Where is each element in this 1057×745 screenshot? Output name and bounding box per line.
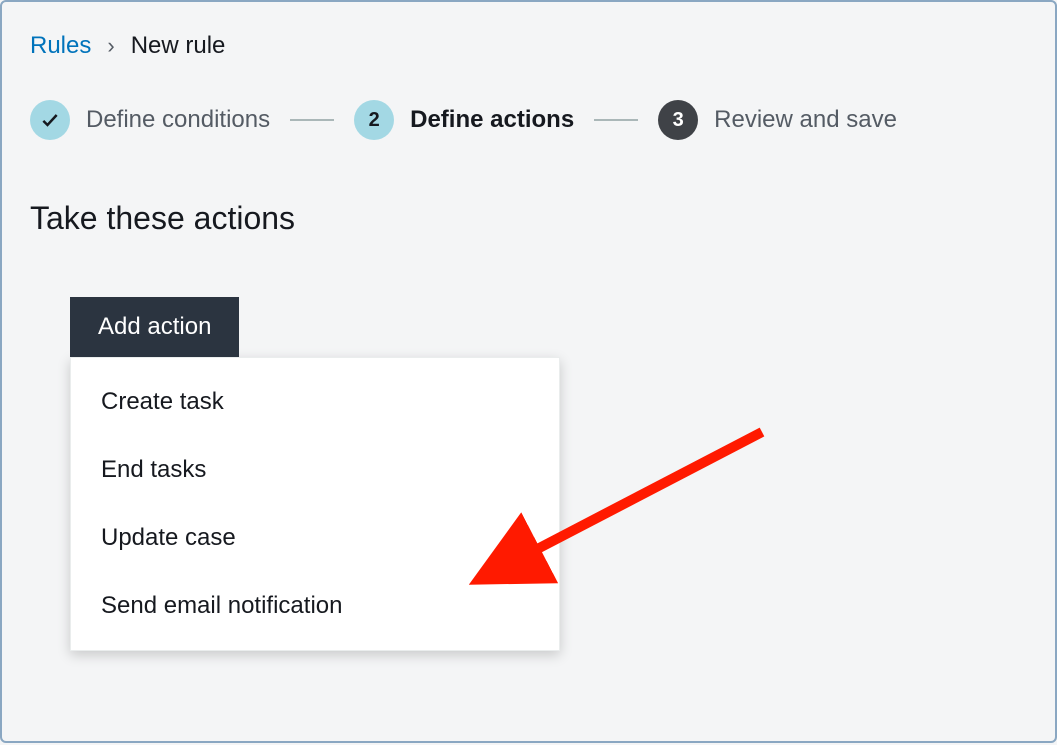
chevron-right-icon: › <box>107 33 114 59</box>
breadcrumb-current: New rule <box>131 32 226 60</box>
add-action-button[interactable]: Add action <box>70 297 239 357</box>
step-define-actions[interactable]: 2 Define actions <box>354 100 574 140</box>
step-label: Define actions <box>410 106 574 134</box>
step-connector <box>290 119 334 121</box>
step-label: Review and save <box>714 106 897 134</box>
dropdown-item-send-email-notification[interactable]: Send email notification <box>71 572 559 640</box>
dropdown-item-end-tasks[interactable]: End tasks <box>71 436 559 504</box>
step-connector <box>594 119 638 121</box>
page-title: Take these actions <box>30 200 1027 237</box>
breadcrumb-rules-link[interactable]: Rules <box>30 32 91 60</box>
add-action-area: Add action Create task End tasks Update … <box>70 297 560 651</box>
dropdown-item-update-case[interactable]: Update case <box>71 504 559 572</box>
step-number-badge: 2 <box>354 100 394 140</box>
check-icon <box>30 100 70 140</box>
step-number-badge: 3 <box>658 100 698 140</box>
step-define-conditions[interactable]: Define conditions <box>30 100 270 140</box>
breadcrumb: Rules › New rule <box>30 32 1027 60</box>
wizard-stepper: Define conditions 2 Define actions 3 Rev… <box>30 100 1027 140</box>
step-label: Define conditions <box>86 106 270 134</box>
step-review-and-save[interactable]: 3 Review and save <box>658 100 897 140</box>
add-action-dropdown: Create task End tasks Update case Send e… <box>70 357 560 651</box>
dropdown-item-create-task[interactable]: Create task <box>71 368 559 436</box>
